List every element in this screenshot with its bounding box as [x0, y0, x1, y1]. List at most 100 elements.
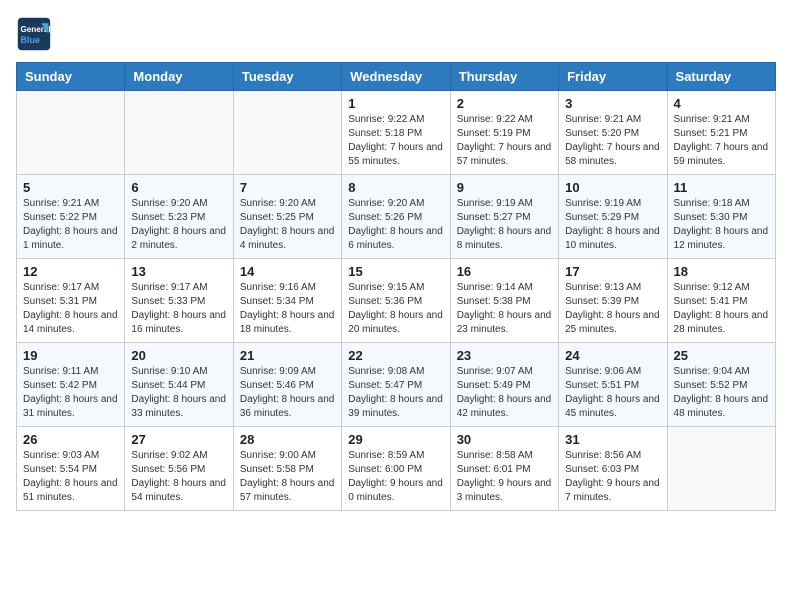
day-info: Sunrise: 9:03 AM Sunset: 5:54 PM Dayligh… [23, 449, 118, 505]
day-number: 13 [131, 264, 226, 279]
day-number: 1 [348, 96, 443, 111]
calendar-cell [233, 91, 341, 175]
calendar-week-1: 1Sunrise: 9:22 AM Sunset: 5:18 PM Daylig… [17, 91, 776, 175]
day-info: Sunrise: 9:21 AM Sunset: 5:22 PM Dayligh… [23, 197, 118, 253]
day-info: Sunrise: 9:13 AM Sunset: 5:39 PM Dayligh… [565, 281, 660, 337]
day-number: 9 [457, 180, 552, 195]
day-info: Sunrise: 9:19 AM Sunset: 5:29 PM Dayligh… [565, 197, 660, 253]
day-info: Sunrise: 9:09 AM Sunset: 5:46 PM Dayligh… [240, 365, 335, 421]
day-number: 17 [565, 264, 660, 279]
calendar-cell: 23 Sunrise: 9:07 AM Sunset: 5:49 PM Dayli… [450, 343, 558, 427]
calendar-cell: 11 Sunrise: 9:18 AM Sunset: 5:30 PM Dayli… [667, 175, 775, 259]
calendar-cell: 3Sunrise: 9:21 AM Sunset: 5:20 PM Daylig… [559, 91, 667, 175]
day-number: 22 [348, 348, 443, 363]
day-number: 25 [674, 348, 769, 363]
day-info: Sunrise: 8:56 AM Sunset: 6:03 PM Dayligh… [565, 449, 660, 505]
day-number: 20 [131, 348, 226, 363]
day-info: Sunrise: 9:12 AM Sunset: 5:41 PM Dayligh… [674, 281, 769, 337]
day-info: Sunrise: 9:14 AM Sunset: 5:38 PM Dayligh… [457, 281, 552, 337]
day-number: 24 [565, 348, 660, 363]
day-info: Sunrise: 9:08 AM Sunset: 5:47 PM Dayligh… [348, 365, 443, 421]
day-number: 2 [457, 96, 552, 111]
calendar-cell: 19Sunrise: 9:11 AM Sunset: 5:42 PM Dayli… [17, 343, 125, 427]
day-number: 14 [240, 264, 335, 279]
day-info: Sunrise: 9:16 AM Sunset: 5:34 PM Dayligh… [240, 281, 335, 337]
day-number: 31 [565, 432, 660, 447]
calendar-cell: 8 Sunrise: 9:20 AM Sunset: 5:26 PM Daylig… [342, 175, 450, 259]
day-number: 21 [240, 348, 335, 363]
calendar-week-5: 26 Sunrise: 9:03 AM Sunset: 5:54 PM Dayli… [17, 427, 776, 511]
calendar-cell: 4 Sunrise: 9:21 AM Sunset: 5:21 PM Daylig… [667, 91, 775, 175]
calendar-cell: 13 Sunrise: 9:17 AM Sunset: 5:33 PM Dayli… [125, 259, 233, 343]
day-number: 7 [240, 180, 335, 195]
day-number: 4 [674, 96, 769, 111]
calendar-cell: 20Sunrise: 9:10 AM Sunset: 5:44 PM Dayli… [125, 343, 233, 427]
calendar-cell: 15Sunrise: 9:15 AM Sunset: 5:36 PM Dayli… [342, 259, 450, 343]
logo: General Blue [16, 16, 56, 52]
calendar-cell: 22 Sunrise: 9:08 AM Sunset: 5:47 PM Dayli… [342, 343, 450, 427]
day-number: 16 [457, 264, 552, 279]
day-number: 10 [565, 180, 660, 195]
day-info: Sunrise: 9:21 AM Sunset: 5:21 PM Dayligh… [674, 113, 769, 169]
weekday-header-row: SundayMondayTuesdayWednesdayThursdayFrid… [17, 63, 776, 91]
day-info: Sunrise: 9:20 AM Sunset: 5:26 PM Dayligh… [348, 197, 443, 253]
calendar-cell: 2 Sunrise: 9:22 AM Sunset: 5:19 PM Daylig… [450, 91, 558, 175]
calendar-cell [667, 427, 775, 511]
day-number: 12 [23, 264, 118, 279]
day-info: Sunrise: 9:17 AM Sunset: 5:33 PM Dayligh… [131, 281, 226, 337]
weekday-header-tuesday: Tuesday [233, 63, 341, 91]
weekday-header-sunday: Sunday [17, 63, 125, 91]
day-number: 18 [674, 264, 769, 279]
calendar-week-2: 5 Sunrise: 9:21 AM Sunset: 5:22 PM Daylig… [17, 175, 776, 259]
calendar-cell: 27Sunrise: 9:02 AM Sunset: 5:56 PM Dayli… [125, 427, 233, 511]
day-number: 30 [457, 432, 552, 447]
calendar-cell: 9Sunrise: 9:19 AM Sunset: 5:27 PM Daylig… [450, 175, 558, 259]
calendar-cell: 29 Sunrise: 8:59 AM Sunset: 6:00 PM Dayli… [342, 427, 450, 511]
weekday-header-thursday: Thursday [450, 63, 558, 91]
page-header: General Blue [16, 16, 776, 52]
calendar-cell: 6 Sunrise: 9:20 AM Sunset: 5:23 PM Daylig… [125, 175, 233, 259]
calendar-cell: 12Sunrise: 9:17 AM Sunset: 5:31 PM Dayli… [17, 259, 125, 343]
calendar-cell: 5 Sunrise: 9:21 AM Sunset: 5:22 PM Daylig… [17, 175, 125, 259]
calendar-cell: 7 Sunrise: 9:20 AM Sunset: 5:25 PM Daylig… [233, 175, 341, 259]
day-info: Sunrise: 8:59 AM Sunset: 6:00 PM Dayligh… [348, 449, 443, 505]
day-number: 19 [23, 348, 118, 363]
day-number: 11 [674, 180, 769, 195]
calendar-cell: 26 Sunrise: 9:03 AM Sunset: 5:54 PM Dayli… [17, 427, 125, 511]
calendar-cell: 24Sunrise: 9:06 AM Sunset: 5:51 PM Dayli… [559, 343, 667, 427]
calendar-cell [17, 91, 125, 175]
day-number: 29 [348, 432, 443, 447]
day-number: 8 [348, 180, 443, 195]
weekday-header-wednesday: Wednesday [342, 63, 450, 91]
day-info: Sunrise: 9:21 AM Sunset: 5:20 PM Dayligh… [565, 113, 660, 169]
day-info: Sunrise: 9:20 AM Sunset: 5:25 PM Dayligh… [240, 197, 335, 253]
calendar-week-3: 12Sunrise: 9:17 AM Sunset: 5:31 PM Dayli… [17, 259, 776, 343]
day-number: 23 [457, 348, 552, 363]
day-number: 28 [240, 432, 335, 447]
day-number: 6 [131, 180, 226, 195]
calendar-week-4: 19Sunrise: 9:11 AM Sunset: 5:42 PM Dayli… [17, 343, 776, 427]
weekday-header-friday: Friday [559, 63, 667, 91]
day-info: Sunrise: 9:07 AM Sunset: 5:49 PM Dayligh… [457, 365, 552, 421]
calendar-cell: 14 Sunrise: 9:16 AM Sunset: 5:34 PM Dayli… [233, 259, 341, 343]
calendar-table: SundayMondayTuesdayWednesdayThursdayFrid… [16, 62, 776, 511]
weekday-header-monday: Monday [125, 63, 233, 91]
calendar-cell: 28 Sunrise: 9:00 AM Sunset: 5:58 PM Dayli… [233, 427, 341, 511]
day-info: Sunrise: 9:18 AM Sunset: 5:30 PM Dayligh… [674, 197, 769, 253]
svg-text:Blue: Blue [21, 35, 41, 45]
day-info: Sunrise: 9:00 AM Sunset: 5:58 PM Dayligh… [240, 449, 335, 505]
calendar-cell [125, 91, 233, 175]
day-info: Sunrise: 8:58 AM Sunset: 6:01 PM Dayligh… [457, 449, 552, 505]
day-number: 5 [23, 180, 118, 195]
calendar-cell: 25 Sunrise: 9:04 AM Sunset: 5:52 PM Dayli… [667, 343, 775, 427]
calendar-cell: 30 Sunrise: 8:58 AM Sunset: 6:01 PM Dayli… [450, 427, 558, 511]
day-number: 27 [131, 432, 226, 447]
calendar-cell: 18 Sunrise: 9:12 AM Sunset: 5:41 PM Dayli… [667, 259, 775, 343]
calendar-cell: 17 Sunrise: 9:13 AM Sunset: 5:39 PM Dayli… [559, 259, 667, 343]
day-info: Sunrise: 9:22 AM Sunset: 5:19 PM Dayligh… [457, 113, 552, 169]
weekday-header-saturday: Saturday [667, 63, 775, 91]
day-info: Sunrise: 9:20 AM Sunset: 5:23 PM Dayligh… [131, 197, 226, 253]
day-number: 15 [348, 264, 443, 279]
day-info: Sunrise: 9:04 AM Sunset: 5:52 PM Dayligh… [674, 365, 769, 421]
day-number: 26 [23, 432, 118, 447]
